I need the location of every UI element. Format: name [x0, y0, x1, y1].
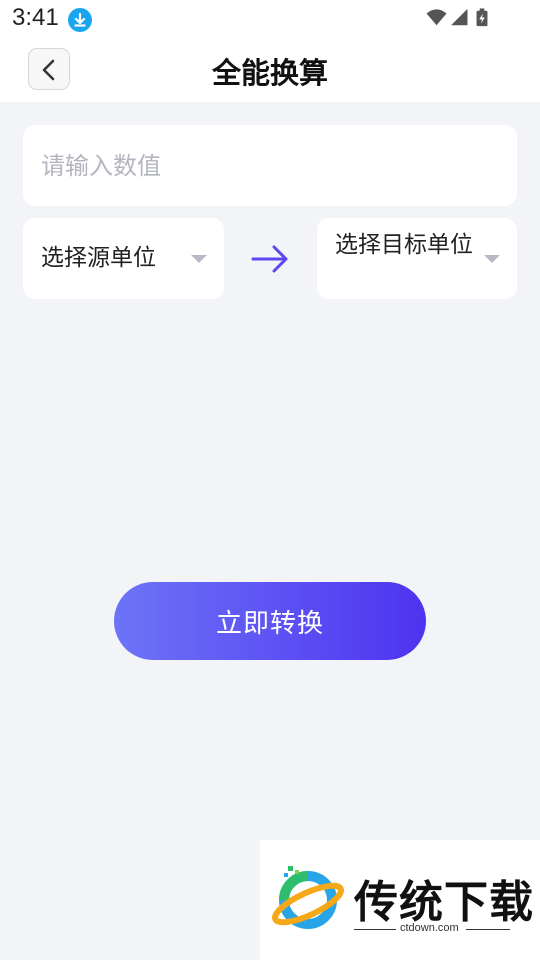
signal-icon: [451, 8, 468, 26]
caret-down-icon: [191, 255, 207, 263]
page-title: 全能换算: [211, 56, 328, 90]
watermark-divider: [354, 929, 396, 930]
target-unit-label: 选择目标单位: [335, 232, 473, 258]
source-unit-label: 选择源单位: [41, 245, 156, 271]
arrow-right-icon: [251, 245, 288, 273]
source-unit-select[interactable]: 选择源单位: [23, 218, 224, 299]
download-icon: [68, 8, 92, 32]
watermark-brand: 传统下载: [354, 877, 534, 928]
ctdown-logo-icon: [272, 866, 344, 929]
app-bar: 全能换算: [0, 36, 540, 102]
watermark: 传统下载 ctdown.com: [260, 840, 540, 960]
value-input-card: [23, 125, 517, 206]
value-input[interactable]: [41, 125, 497, 206]
status-time: 3:41: [12, 4, 59, 31]
wifi-icon: [426, 9, 447, 26]
status-bar: 3:41: [0, 0, 540, 36]
caret-down-icon: [484, 255, 500, 263]
watermark-divider: [466, 929, 510, 930]
battery-icon: [476, 8, 488, 27]
watermark-domain: ctdown.com: [400, 922, 459, 934]
convert-button[interactable]: 立即转换: [114, 582, 426, 660]
target-unit-select[interactable]: 选择目标单位: [317, 218, 517, 299]
